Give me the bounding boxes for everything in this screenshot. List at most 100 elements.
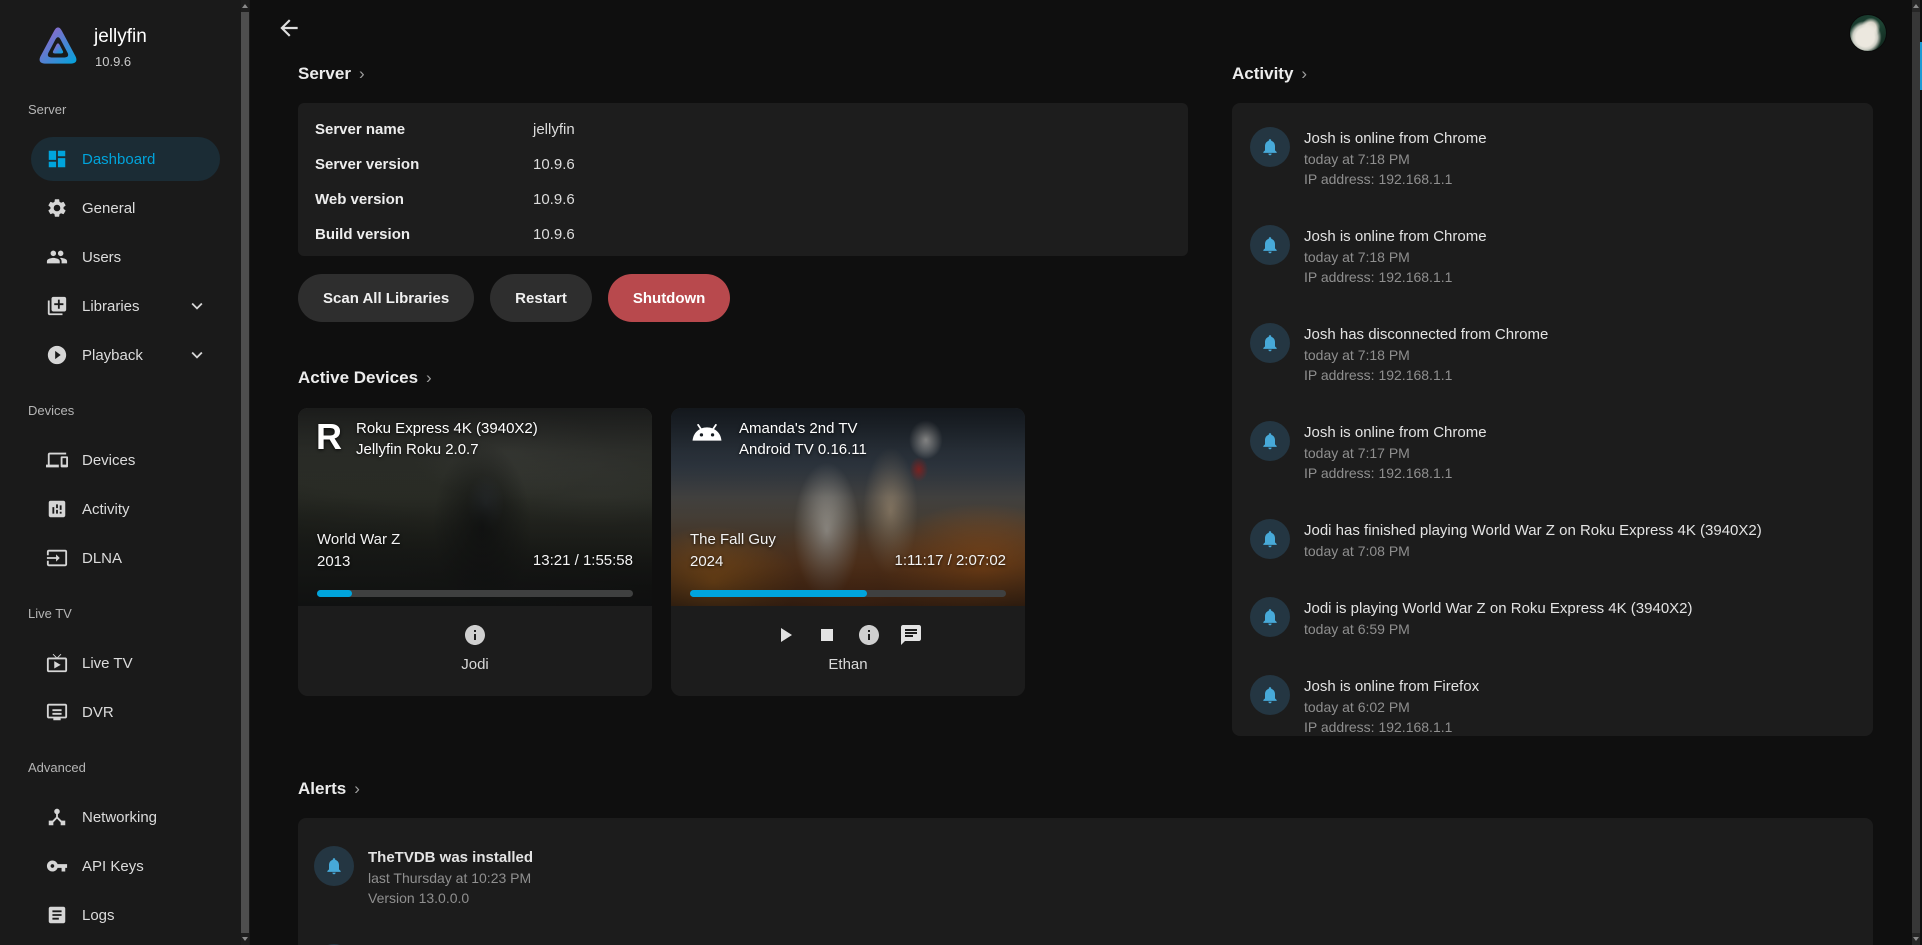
notification-time: today at 6:02 PM bbox=[1304, 697, 1479, 717]
shutdown-button[interactable]: Shutdown bbox=[608, 274, 730, 322]
scrollbar-thumb[interactable] bbox=[241, 12, 249, 933]
sidebar-item-networking[interactable]: Networking bbox=[31, 795, 220, 839]
main-scrollbar[interactable] bbox=[1912, 0, 1920, 945]
notification-avatar bbox=[1250, 675, 1290, 715]
device-card-jodi: R Roku Express 4K (3940X2)Jellyfin Roku 2… bbox=[298, 408, 652, 696]
server-heading[interactable]: Server bbox=[298, 64, 365, 84]
scroll-up-arrow-icon[interactable] bbox=[1913, 4, 1919, 8]
device-client: Jellyfin Roku 2.0.7 bbox=[356, 439, 538, 460]
android-logo-icon bbox=[689, 424, 725, 444]
sidebar-item-users[interactable]: Users bbox=[31, 235, 220, 279]
media-title: The Fall Guy bbox=[690, 529, 776, 551]
progress-fill bbox=[317, 590, 352, 597]
notification-detail: IP address: 192.168.1.1 bbox=[1304, 365, 1548, 385]
progress-fill bbox=[690, 590, 867, 597]
gear-icon bbox=[46, 197, 68, 219]
device-user: Jodi bbox=[298, 656, 652, 673]
sidebar-item-playback[interactable]: Playback bbox=[31, 333, 220, 377]
notification-texts: Josh is online from Firefoxtoday at 6:02… bbox=[1304, 675, 1479, 736]
play-icon bbox=[773, 623, 797, 647]
playback-time: 13:21 / 1:55:58 bbox=[533, 552, 633, 569]
sidebar-section-live-tv: Live TV Live TV DVR bbox=[0, 606, 250, 734]
scrollbar-thumb[interactable] bbox=[1912, 12, 1920, 933]
key-icon bbox=[46, 855, 68, 877]
sidebar-section-label: Devices bbox=[28, 403, 250, 421]
notification-title: Jodi has finished playing World War Z on… bbox=[1304, 520, 1762, 541]
sidebar-scrollbar[interactable] bbox=[241, 0, 249, 945]
notification-avatar bbox=[1250, 225, 1290, 265]
info-row: Build version10.9.6 bbox=[315, 217, 1171, 252]
active-devices-heading[interactable]: Active Devices bbox=[298, 368, 432, 388]
info-value: 10.9.6 bbox=[533, 191, 575, 208]
device-footer: Jodi bbox=[298, 606, 652, 696]
bell-icon bbox=[1260, 607, 1280, 627]
info-button[interactable] bbox=[857, 623, 881, 647]
sidebar-item-activity[interactable]: Activity bbox=[31, 487, 220, 531]
playback-controls bbox=[298, 606, 652, 647]
activity-item: Josh has disconnected from Chrometoday a… bbox=[1250, 323, 1853, 385]
now-playing-backdrop: R Roku Express 4K (3940X2)Jellyfin Roku 2… bbox=[298, 408, 652, 606]
info-label: Server name bbox=[315, 121, 533, 138]
sidebar-item-api-keys[interactable]: API Keys bbox=[31, 844, 220, 888]
sidebar-item-live-tv[interactable]: Live TV bbox=[31, 641, 220, 685]
app-version: 10.9.6 bbox=[95, 54, 131, 69]
restart-button[interactable]: Restart bbox=[490, 274, 592, 322]
sidebar-item-libraries[interactable]: Libraries bbox=[31, 284, 220, 328]
sidebar-item-label: Devices bbox=[82, 452, 135, 469]
scroll-down-arrow-icon[interactable] bbox=[242, 937, 248, 941]
sidebar-item-logs[interactable]: Logs bbox=[31, 893, 220, 937]
back-button[interactable] bbox=[276, 15, 304, 43]
scroll-down-arrow-icon[interactable] bbox=[1913, 937, 1919, 941]
sidebar-item-label: API Keys bbox=[82, 858, 144, 875]
device-name: Roku Express 4K (3940X2) bbox=[356, 418, 538, 439]
device-name: Amanda's 2nd TV bbox=[739, 418, 867, 439]
sidebar-section-label: Advanced bbox=[28, 760, 250, 778]
sidebar-item-devices[interactable]: Devices bbox=[31, 438, 220, 482]
chevron-down-icon bbox=[186, 295, 208, 317]
notification-detail: Version 13.0.0.0 bbox=[368, 888, 533, 908]
device-titles: Roku Express 4K (3940X2)Jellyfin Roku 2.… bbox=[356, 418, 538, 460]
user-avatar[interactable] bbox=[1849, 14, 1887, 52]
info-button[interactable] bbox=[463, 623, 487, 647]
library-add-icon bbox=[46, 295, 68, 317]
sidebar-section-label: Live TV bbox=[28, 606, 250, 624]
notification-detail: IP address: 192.168.1.1 bbox=[1304, 267, 1487, 287]
stop-button[interactable] bbox=[815, 623, 839, 647]
device-header: R Roku Express 4K (3940X2)Jellyfin Roku 2… bbox=[298, 408, 652, 460]
media-title: World War Z bbox=[317, 529, 400, 551]
media-year: 2013 bbox=[317, 551, 400, 573]
info-row: Web version10.9.6 bbox=[315, 182, 1171, 217]
dashboard-icon bbox=[46, 148, 68, 170]
device-titles: Amanda's 2nd TVAndroid TV 0.16.11 bbox=[739, 418, 867, 460]
sidebar-section-devices: Devices Devices Activity DLNA bbox=[0, 403, 250, 580]
sidebar-item-label: Dashboard bbox=[82, 151, 155, 168]
sidebar-item-label: General bbox=[82, 200, 135, 217]
info-row: Server namejellyfin bbox=[315, 112, 1171, 147]
info-value: 10.9.6 bbox=[533, 226, 575, 243]
sidebar-item-general[interactable]: General bbox=[31, 186, 220, 230]
devices-icon bbox=[46, 449, 68, 471]
info-label: Build version bbox=[315, 226, 533, 243]
back-arrow-icon bbox=[276, 15, 302, 41]
chat-icon bbox=[899, 623, 923, 647]
sidebar-item-dvr[interactable]: DVR bbox=[31, 690, 220, 734]
sidebar-item-dashboard[interactable]: Dashboard bbox=[31, 137, 220, 181]
server-actions: Scan All Libraries Restart Shutdown bbox=[298, 274, 746, 322]
notification-time: today at 7:18 PM bbox=[1304, 247, 1487, 267]
alerts-heading[interactable]: Alerts bbox=[298, 779, 360, 799]
activity-item: Josh is online from Chrometoday at 7:18 … bbox=[1250, 225, 1853, 287]
notification-texts: TheTVDB was installedlast Thursday at 10… bbox=[368, 846, 533, 908]
activity-card: Josh is online from Chrometoday at 7:18 … bbox=[1232, 103, 1873, 736]
chat-button[interactable] bbox=[899, 623, 923, 647]
app-header: jellyfin 10.9.6 bbox=[36, 24, 250, 76]
sidebar-item-dlna[interactable]: DLNA bbox=[31, 536, 220, 580]
scroll-up-arrow-icon[interactable] bbox=[242, 4, 248, 8]
chevron-down-icon bbox=[186, 344, 208, 366]
scan-all-libraries-button[interactable]: Scan All Libraries bbox=[298, 274, 474, 322]
activity-item: Jodi has finished playing World War Z on… bbox=[1250, 519, 1853, 561]
notification-texts: Josh has disconnected from Chrometoday a… bbox=[1304, 323, 1548, 385]
activity-item: Josh is online from Chrometoday at 7:18 … bbox=[1250, 127, 1853, 189]
roku-logo-icon: R bbox=[316, 418, 342, 460]
play-button[interactable] bbox=[773, 623, 797, 647]
activity-heading[interactable]: Activity bbox=[1232, 64, 1307, 84]
